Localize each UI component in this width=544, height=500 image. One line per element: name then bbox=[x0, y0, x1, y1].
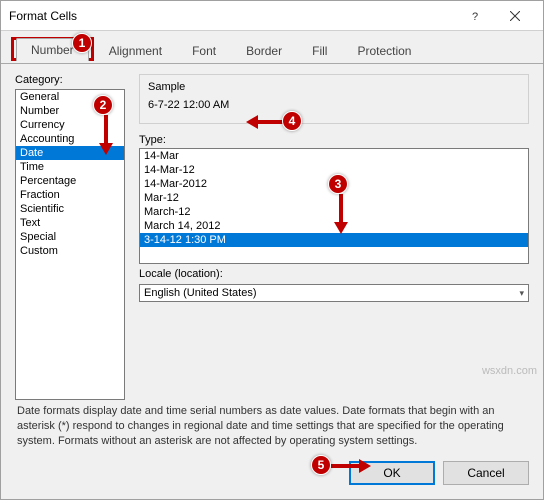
callout-1: 1 bbox=[72, 33, 92, 53]
category-item[interactable]: Special bbox=[16, 230, 124, 244]
arrow-down-icon bbox=[334, 194, 348, 237]
arrow-right-icon bbox=[331, 459, 371, 476]
locale-select[interactable]: English (United States) ▾ bbox=[139, 284, 529, 302]
tab-font[interactable]: Font bbox=[177, 39, 231, 63]
format-cells-dialog: Format Cells ? Number Alignment Font Bor… bbox=[0, 0, 544, 500]
close-button[interactable] bbox=[495, 4, 535, 28]
sample-label: Sample bbox=[148, 81, 520, 93]
sample-value: 6-7-22 12:00 AM bbox=[148, 97, 520, 113]
format-description: Date formats display date and time seria… bbox=[15, 400, 529, 457]
chevron-down-icon: ▾ bbox=[519, 288, 524, 299]
category-item[interactable]: Custom bbox=[16, 244, 124, 258]
category-item[interactable]: Time bbox=[16, 160, 124, 174]
category-item[interactable]: Fraction bbox=[16, 188, 124, 202]
svg-text:?: ? bbox=[472, 11, 478, 22]
callout-2: 2 bbox=[93, 95, 113, 115]
sample-box: Sample 6-7-22 12:00 AM bbox=[139, 74, 529, 124]
tab-alignment[interactable]: Alignment bbox=[94, 39, 177, 63]
window-title: Format Cells bbox=[9, 9, 455, 23]
category-item[interactable]: Scientific bbox=[16, 202, 124, 216]
tab-protection[interactable]: Protection bbox=[342, 39, 426, 63]
tab-border[interactable]: Border bbox=[231, 39, 297, 63]
detail-column: Sample 6-7-22 12:00 AM Type: 14-Mar 14-M… bbox=[139, 74, 529, 400]
callout-5: 5 bbox=[311, 455, 331, 475]
locale-value: English (United States) bbox=[144, 287, 257, 299]
category-item[interactable]: Text bbox=[16, 216, 124, 230]
help-button[interactable]: ? bbox=[455, 4, 495, 28]
type-item[interactable]: 14-Mar bbox=[140, 149, 528, 163]
locale-label: Locale (location): bbox=[139, 268, 529, 280]
callout-3: 3 bbox=[328, 174, 348, 194]
cancel-button[interactable]: Cancel bbox=[443, 461, 529, 485]
arrow-left-icon bbox=[246, 115, 286, 132]
tab-fill[interactable]: Fill bbox=[297, 39, 342, 63]
callout-4: 4 bbox=[282, 111, 302, 131]
titlebar: Format Cells ? bbox=[1, 1, 543, 31]
arrow-down-icon bbox=[99, 115, 113, 158]
category-label: Category: bbox=[15, 74, 125, 86]
button-row: OK Cancel bbox=[1, 461, 543, 499]
category-item[interactable]: Percentage bbox=[16, 174, 124, 188]
type-label: Type: bbox=[139, 134, 529, 146]
watermark: wsxdn.com bbox=[482, 365, 537, 377]
